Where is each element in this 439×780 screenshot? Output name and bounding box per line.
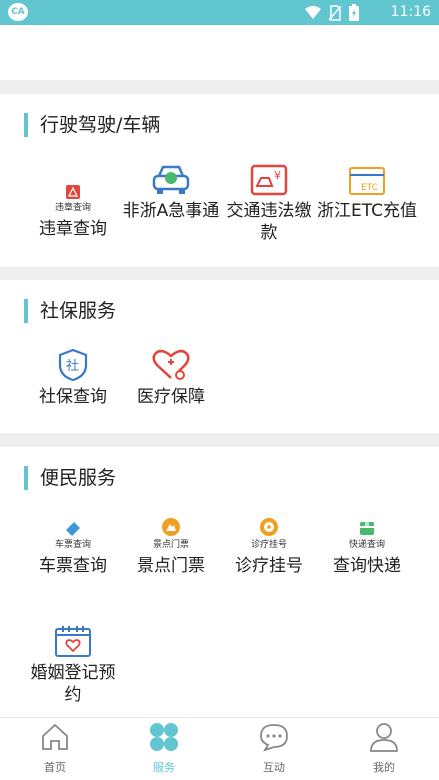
tile-tiny-label: 景点门票 [152,540,189,550]
tile-social-query[interactable]: 社 社保查询 [23,348,123,408]
parcel-icon [360,522,374,535]
calendar-heart-icon [55,626,91,657]
battery-icon [349,4,359,21]
tab-label: 互动 [263,761,285,774]
section-social: 社保服务 社 社保查询 医疗保障 [0,280,439,433]
shield-icon: 社 [58,348,88,382]
section-title: 便民服务 [24,466,116,490]
tile-tiny-label: 诊疗挂号 [250,540,287,550]
medical-heart-icon [152,349,190,380]
section-title: 行驶驾驶/车辆 [24,113,160,137]
status-bar: CA 11:16 [0,0,439,25]
app-notification-icon: CA [8,3,28,21]
tile-tiny-label: 车票查询 [54,540,91,550]
tile-label: 车票查询 [39,556,107,576]
section-title: 社保服务 [24,299,116,323]
bottom-tab-bar: 首页 服务 互动 我的 [0,717,439,780]
tile-traffic-fine[interactable]: ¥ 交通违法缴款 [219,162,319,244]
tab-label: 我的 [373,761,395,774]
tile-label: 浙江ETC充值 [317,201,417,221]
tile-violation-query[interactable]: 违章查询 违章查询 [23,170,123,240]
tile-medical[interactable]: 医疗保障 [121,348,221,408]
services-icon [150,723,178,751]
tile-marriage-booking[interactable]: 婚姻登记预约 [23,624,123,706]
svg-text:¥: ¥ [274,169,281,182]
svg-text:社: 社 [66,358,79,374]
tile-tiny-label: 违章查询 [54,203,91,213]
tab-label: 服务 [153,761,175,774]
section-driving: 行驶驾驶/车辆 违章查询 违章查询 非浙A急事通 ¥ 交通违法缴款 ETC 浙江… [0,94,439,267]
tile-scenic-tickets[interactable]: 景点门票 景点门票 [121,507,221,577]
tile-label: 婚姻登记预约 [30,663,116,705]
wifi-icon [305,5,321,19]
tile-label: 违章查询 [39,219,107,239]
tile-urgent-pass[interactable]: 非浙A急事通 [121,162,221,222]
tile-clinic-booking[interactable]: 诊疗挂号 诊疗挂号 [219,507,319,577]
tile-label: 社保查询 [39,387,107,407]
tab-services[interactable]: 服务 [124,722,204,775]
chat-icon [260,724,288,752]
tile-label: 景点门票 [137,556,205,576]
tile-label: 诊疗挂号 [235,556,303,576]
ticket-icon [66,522,80,536]
tile-ticket-query[interactable]: 车票查询 车票查询 [23,507,123,577]
tile-label: 查询快递 [333,556,401,576]
user-icon [370,723,398,752]
etc-card-icon: ETC [349,167,385,195]
tab-home[interactable]: 首页 [15,722,95,775]
tile-tiny-label: 快递查询 [348,540,385,550]
no-sim-icon [329,4,341,21]
tile-label: 非浙A急事通 [122,201,220,221]
tab-interaction[interactable]: 互动 [234,722,314,775]
tile-parcel-query[interactable]: 快递查询 查询快递 [317,507,417,577]
tab-label: 首页 [44,761,66,774]
warning-icon [66,185,80,199]
tile-label: 交通违法缴款 [226,201,312,243]
svg-text:ETC: ETC [361,183,378,193]
scenic-icon [162,518,180,536]
tile-label: 医疗保障 [137,387,205,407]
traffic-fine-icon: ¥ [250,164,288,196]
tile-etc-recharge[interactable]: ETC 浙江ETC充值 [317,162,417,222]
clinic-icon [260,518,278,536]
banner-area [0,25,439,80]
clock: 11:16 [390,4,431,20]
car-icon [152,165,190,194]
tab-mine[interactable]: 我的 [344,722,424,775]
section-convenience: 便民服务 车票查询 车票查询 景点门票 景点门票 诊疗挂号 诊疗挂号 快递查询 … [0,447,439,717]
home-icon [42,723,68,750]
